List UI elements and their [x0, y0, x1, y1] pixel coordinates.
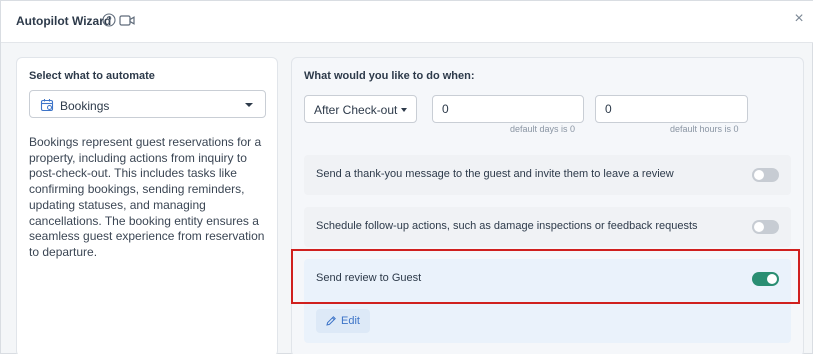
option-follow-up-actions: Schedule follow-up actions, such as dama…: [304, 207, 791, 247]
question-circle-icon[interactable]: [102, 13, 116, 27]
option-toggle[interactable]: [752, 168, 779, 182]
trigger-panel: What would you like to do when: After Ch…: [291, 57, 804, 354]
days-hint: default days is 0: [510, 124, 576, 134]
trigger-event-value: After Check-out: [314, 103, 398, 117]
option-label: Send a thank-you message to the guest an…: [316, 168, 674, 180]
hours-input[interactable]: [595, 95, 748, 123]
trigger-event-dropdown[interactable]: After Check-out: [304, 95, 417, 123]
option-label: Schedule follow-up actions, such as dama…: [316, 220, 698, 232]
option-toggle[interactable]: [752, 220, 779, 234]
option-label: Send review to Guest: [316, 272, 422, 284]
pencil-icon: [326, 316, 336, 326]
option-toggle[interactable]: [752, 272, 779, 286]
video-camera-icon[interactable]: [119, 14, 135, 27]
entity-select-value: Bookings: [60, 99, 110, 113]
modal-title: Autopilot Wizard: [16, 14, 112, 28]
option-thank-you-message: Send a thank-you message to the guest an…: [304, 155, 791, 195]
close-icon[interactable]: ×: [791, 11, 807, 27]
edit-label: Edit: [341, 315, 360, 327]
modal-header: Autopilot Wizard ×: [1, 1, 813, 43]
calendar-icon: [40, 99, 54, 112]
automation-target-panel: Select what to automate Bookings Booking…: [16, 57, 278, 354]
select-target-label: Select what to automate: [29, 70, 155, 82]
trigger-question: What would you like to do when:: [304, 70, 475, 82]
caret-down-icon: [401, 108, 407, 112]
entity-description: Bookings represent guest reservations fo…: [29, 135, 265, 259]
autopilot-wizard-modal: Autopilot Wizard × Select what to automa…: [0, 0, 813, 354]
edit-button[interactable]: Edit: [316, 309, 370, 333]
option-send-review: Send review to Guest Edit: [304, 259, 791, 343]
days-input[interactable]: [432, 95, 584, 123]
chevron-down-icon: [245, 103, 253, 107]
entity-select[interactable]: Bookings: [29, 90, 266, 118]
hours-hint: default hours is 0: [670, 124, 739, 134]
